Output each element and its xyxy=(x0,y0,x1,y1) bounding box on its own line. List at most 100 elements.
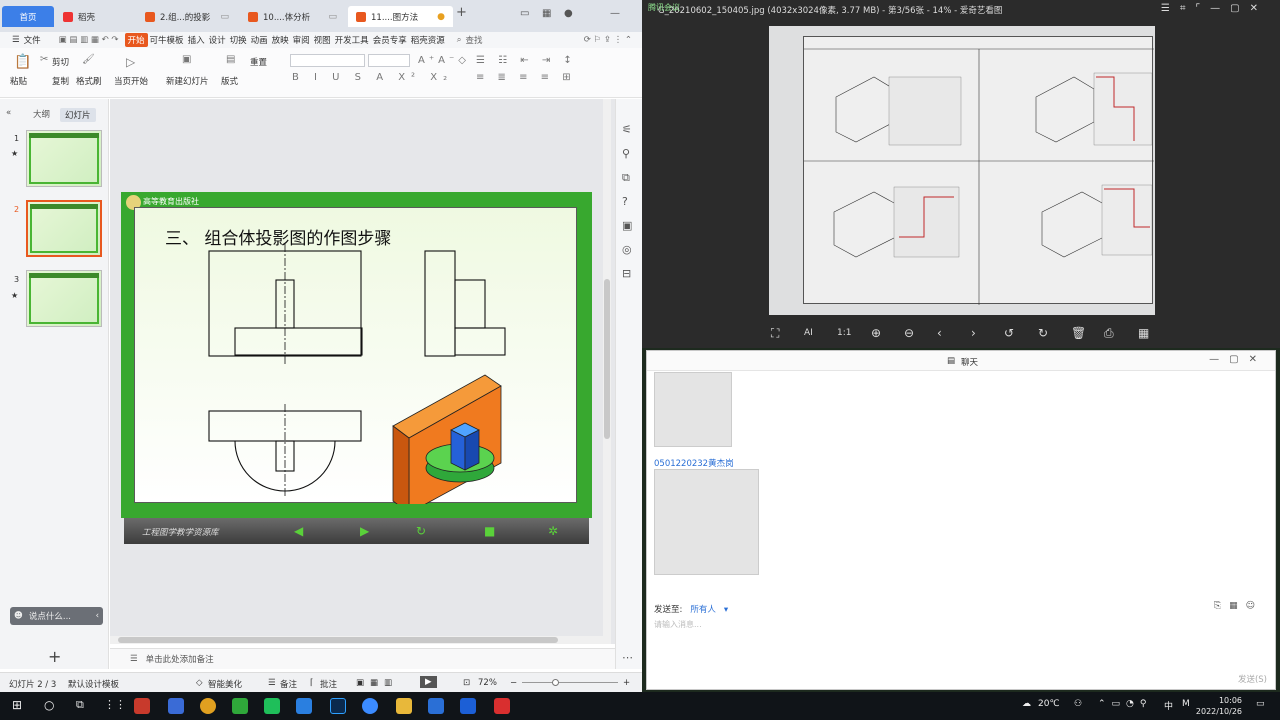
print-icon[interactable]: ⎙ xyxy=(1104,326,1114,341)
tab-daoke[interactable]: 稻壳 xyxy=(55,6,135,27)
menu-search[interactable]: 查找 xyxy=(463,34,484,46)
message-input[interactable]: 请输入消息... xyxy=(654,619,702,630)
image-icon[interactable]: ▣ xyxy=(622,219,632,232)
chat-tool-icons[interactable]: ⎘▦☺ xyxy=(1214,601,1263,611)
menu-template[interactable]: 可牛模板 xyxy=(148,34,186,46)
new-tab-button[interactable]: + xyxy=(456,5,467,20)
font-size-buttons[interactable]: A⁺A⁻◇ xyxy=(418,55,470,66)
menu-file[interactable]: 文件 xyxy=(22,34,43,46)
ai-icon[interactable]: AI xyxy=(804,328,813,338)
font-family-select[interactable] xyxy=(290,54,365,67)
brush-icon[interactable]: 🖌 xyxy=(82,54,95,65)
menu-view[interactable]: 视图 xyxy=(312,34,333,46)
ask-input[interactable]: ☻ 说点什么... ‹ xyxy=(10,607,103,625)
meeting-indicator[interactable]: 腾讯会议 xyxy=(648,2,680,13)
fit-icon[interactable]: ⊡ xyxy=(463,678,470,688)
slide-thumbnail-2[interactable] xyxy=(26,200,102,257)
slideshow-play-icon[interactable]: ▶ xyxy=(420,676,437,688)
chrome-icon[interactable] xyxy=(200,698,216,714)
qq-icon[interactable] xyxy=(460,698,476,714)
menu-review[interactable]: 审阅 xyxy=(291,34,312,46)
grid-icon[interactable]: ▦ xyxy=(1138,326,1149,340)
reset-button[interactable]: 重置 xyxy=(250,56,267,68)
play-icon[interactable]: ▷ xyxy=(126,55,135,69)
search-icon[interactable]: ○ xyxy=(44,698,54,712)
notes-toggle[interactable]: 备注 xyxy=(280,678,297,690)
store-icon[interactable] xyxy=(134,698,150,714)
close-icon[interactable]: ▭ xyxy=(220,12,229,22)
align-buttons[interactable]: ≡ ≣ ≡ ≡ ⊞ xyxy=(476,72,576,83)
menu-transition[interactable]: 切换 xyxy=(228,34,249,46)
menu-icon[interactable]: ☰ xyxy=(10,35,22,45)
notes-area[interactable]: ☰ 单击此处添加备注 xyxy=(110,648,615,669)
new-slide-button[interactable]: 新建幻灯片 xyxy=(166,75,209,87)
more-icon[interactable]: ⋯ xyxy=(622,651,633,664)
chat-window-controls[interactable]: —▢✕ xyxy=(1209,354,1267,365)
tab-doc-11[interactable]: 11....图方法 ● xyxy=(348,6,453,27)
format-painter-button[interactable]: 格式刷 xyxy=(76,75,102,87)
clock[interactable]: 10:06 2022/10/26 xyxy=(1196,695,1242,717)
book-icon[interactable]: ⊟ xyxy=(622,267,631,280)
layout-button[interactable]: 版式 xyxy=(221,75,238,87)
zoom-in-icon[interactable]: ⊕ xyxy=(871,326,881,340)
crop-icon[interactable]: ⛶ xyxy=(771,326,779,341)
current-slide[interactable]: 高等教育出版社 三、 组合体投影图的作图步骤 xyxy=(121,192,592,518)
viewer-window-controls[interactable]: ☰⌗⌜—▢✕ xyxy=(1161,3,1268,14)
zoom-out-icon[interactable]: − xyxy=(510,678,517,688)
windows-start-icon[interactable]: ⊞ xyxy=(12,698,22,712)
copy-button[interactable]: 复制 xyxy=(52,75,69,87)
delete-icon[interactable]: 🗑 xyxy=(1071,326,1086,340)
collapse-icon[interactable]: « xyxy=(6,108,11,118)
zoom-in-icon[interactable]: + xyxy=(623,678,630,688)
view-mode-icons[interactable]: ▣▦▥ xyxy=(356,678,398,688)
tab-slides[interactable]: 幻灯片 xyxy=(60,108,96,122)
window-layout-icon[interactable]: ▭ xyxy=(520,8,529,19)
next-icon[interactable]: › xyxy=(971,326,976,340)
menu-animation[interactable]: 动画 xyxy=(249,34,270,46)
chat-image-1[interactable] xyxy=(654,372,732,447)
meeting-app-icon[interactable] xyxy=(428,698,444,714)
notification-icon[interactable]: ▭ xyxy=(1256,699,1265,709)
slide-thumbnail-1[interactable] xyxy=(26,130,102,187)
chat-image-2[interactable] xyxy=(654,469,759,575)
layout-icon[interactable]: ▤ xyxy=(226,54,235,65)
stop-icon[interactable]: ■ xyxy=(484,524,495,538)
send-to-select[interactable]: 所有人 xyxy=(690,605,716,615)
horizontal-scrollbar[interactable] xyxy=(110,636,605,644)
paste-icon[interactable]: 📋 xyxy=(14,54,31,70)
prev-slide-icon[interactable]: ◀ xyxy=(294,524,303,538)
beautify-button[interactable]: 智能美化 xyxy=(208,678,242,690)
font-style-buttons[interactable]: B I U S A X² X₂ xyxy=(292,72,453,83)
settings-sliders-icon[interactable]: ⚟ xyxy=(622,123,632,136)
play-from-current-button[interactable]: 当页开始 xyxy=(114,75,148,87)
wps-icon[interactable] xyxy=(494,698,510,714)
template-name[interactable]: 默认设计模板 xyxy=(68,678,119,690)
app-green-icon[interactable] xyxy=(232,698,248,714)
menu-design[interactable]: 设计 xyxy=(207,34,228,46)
zoom-out-icon[interactable]: ⊖ xyxy=(904,326,914,340)
ime-mode-icon[interactable]: M xyxy=(1182,699,1190,709)
tab-doc-2[interactable]: 2.组...的投影 ▭ xyxy=(137,6,237,27)
notes-toggle-icon[interactable]: ☰ xyxy=(268,678,276,688)
next-slide-icon[interactable]: ▶ xyxy=(360,524,369,538)
photoshop-icon[interactable] xyxy=(330,698,346,714)
share-icons[interactable]: ⟳ ⚐ ⇪ ⋮ ⌃ xyxy=(582,35,634,45)
grid-icon[interactable]: ▦ xyxy=(542,8,551,19)
menu-start[interactable]: 开始 xyxy=(124,33,148,47)
drawing-photo[interactable] xyxy=(769,26,1155,315)
send-button[interactable]: 发送(S) xyxy=(1238,673,1267,685)
task-view-icon[interactable]: ⧉ xyxy=(76,698,84,712)
copy-icon[interactable]: ⧉ xyxy=(622,171,630,185)
search-icon[interactable]: ⌕ xyxy=(455,35,464,45)
menu-resources[interactable]: 稻壳资源 xyxy=(409,34,447,46)
paragraph-buttons[interactable]: ☰ ☷ ⇤ ⇥ ↕ xyxy=(476,55,577,66)
rotate-left-icon[interactable]: ↺ xyxy=(1004,326,1014,340)
file-explorer-icon[interactable] xyxy=(396,698,412,714)
avatar[interactable]: ● xyxy=(564,8,573,19)
vertical-scrollbar[interactable] xyxy=(603,99,611,644)
tray-icons[interactable]: ⌃▭◔⚲ xyxy=(1098,699,1153,709)
mail-icon[interactable] xyxy=(168,698,184,714)
minimize-icon[interactable]: — xyxy=(610,8,620,19)
previous-icon[interactable]: ‹ xyxy=(937,326,942,340)
cut-button[interactable]: 剪切 xyxy=(52,56,69,68)
